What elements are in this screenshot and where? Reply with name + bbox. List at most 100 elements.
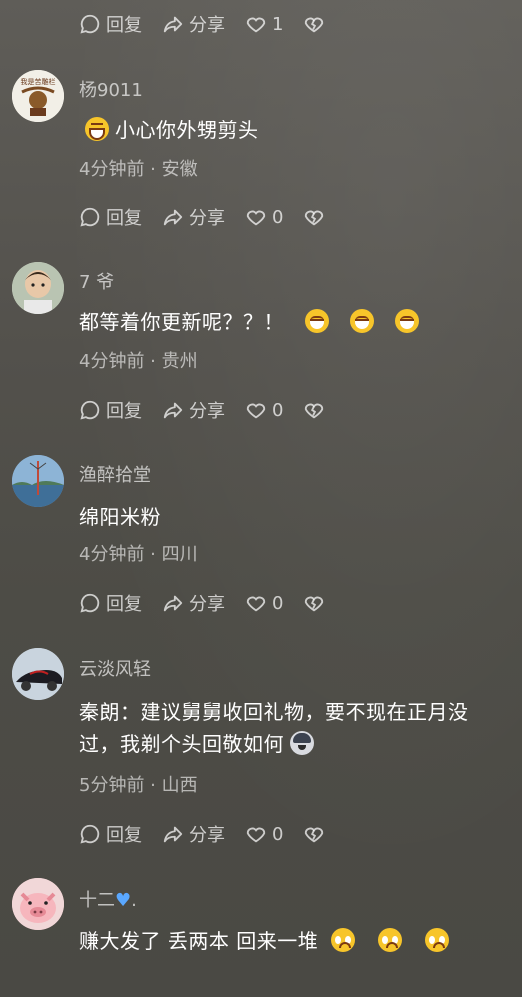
laugh-emoji-icon (304, 309, 329, 333)
reply-label: 回复 (106, 208, 142, 229)
share-label: 分享 (189, 208, 225, 229)
avatar[interactable] (12, 262, 64, 314)
comment-bubble-icon (80, 207, 100, 227)
comment-username[interactable]: 十二♥. (79, 886, 137, 912)
comment-username[interactable]: 杨9011 (79, 76, 143, 102)
comment-text-body: 赚大发了 丢两本 回来一堆 (79, 929, 319, 953)
avatar-image (12, 262, 64, 314)
comment-action-row: 回复 分享 0 (79, 590, 345, 616)
dislike-button[interactable] (303, 592, 325, 614)
avatar-image (12, 455, 64, 507)
comment-text: 秦朗：建议舅舅收回礼物，要不现在正月没 过，我剃个头回敬如何 (79, 696, 504, 760)
reply-button[interactable]: 回复 (79, 204, 142, 230)
top-action-row: 回复 分享 1 (79, 11, 345, 37)
like-button[interactable]: 0 (245, 206, 283, 228)
username-text: 十二 (79, 890, 115, 911)
share-button[interactable]: 分享 (162, 11, 225, 37)
comment-action-row: 回复 分享 0 (79, 397, 345, 423)
reply-button[interactable]: 回复 (79, 821, 142, 847)
share-arrow-icon (163, 595, 183, 612)
comment-meta: 4分钟前 · 贵州 (79, 351, 198, 372)
reply-label: 回复 (106, 401, 142, 422)
comment-username[interactable]: 7 爷 (79, 268, 114, 294)
comment-text-body: 都等着你更新呢？？！ (79, 310, 284, 334)
like-count: 0 (272, 592, 284, 614)
comment-text: 都等着你更新呢？？！ (79, 306, 504, 338)
laugh-emoji-icon (394, 309, 419, 333)
comment-username[interactable]: 云淡风轻 (79, 655, 151, 681)
grin-emoji-icon (85, 117, 109, 141)
avatar-image: 我是苦雕栏 (12, 70, 64, 122)
share-button[interactable]: 分享 (162, 821, 225, 847)
husky-emoji-icon (290, 731, 314, 755)
share-button[interactable]: 分享 (162, 590, 225, 616)
share-label: 分享 (189, 594, 225, 615)
comment-text: 绵阳米粉 (79, 501, 504, 533)
avatar-image (12, 648, 64, 700)
avatar[interactable] (12, 455, 64, 507)
reply-label: 回复 (106, 594, 142, 615)
comment-action-row: 回复 分享 0 (79, 204, 345, 230)
dislike-button[interactable] (303, 206, 325, 228)
comment-action-row: 回复 分享 0 (79, 821, 345, 847)
teary-emoji-icon (331, 928, 356, 952)
comment-text-line: 秦朗：建议舅舅收回礼物，要不现在正月没 (79, 700, 469, 724)
comment-username[interactable]: 渔醉拾堂 (79, 461, 151, 487)
comment-meta: 4分钟前 · 四川 (79, 544, 198, 565)
share-arrow-icon (163, 209, 183, 226)
like-count: 1 (272, 13, 284, 35)
broken-heart-icon (305, 17, 324, 33)
laugh-emoji-icon (349, 309, 374, 333)
like-count: 0 (272, 399, 284, 421)
broken-heart-icon (305, 596, 324, 612)
dislike-button[interactable] (303, 399, 325, 421)
share-button[interactable]: 分享 (162, 397, 225, 423)
like-count: 0 (272, 206, 284, 228)
comment-text-line: 过，我剃个头回敬如何 (79, 732, 284, 756)
share-arrow-icon (163, 826, 183, 843)
comment-bubble-icon (80, 400, 100, 420)
share-arrow-icon (163, 402, 183, 419)
reply-button[interactable]: 回复 (79, 11, 142, 37)
share-arrow-icon (163, 16, 183, 33)
comment-text: 小心你外甥剪头 (79, 114, 504, 146)
comment-bubble-icon (80, 593, 100, 613)
avatar-caption: 我是苦雕栏 (21, 77, 56, 86)
comment-meta: 5分钟前 · 山西 (79, 775, 198, 796)
heart-icon (246, 403, 266, 419)
heart-icon (246, 827, 266, 843)
share-label: 分享 (189, 401, 225, 422)
like-button[interactable]: 1 (245, 13, 283, 35)
comment-text: 赚大发了 丢两本 回来一堆 (79, 925, 504, 957)
dislike-button[interactable] (303, 13, 325, 35)
broken-heart-icon (305, 403, 324, 419)
avatar-image (12, 878, 64, 930)
like-count: 0 (272, 823, 284, 845)
comment-text-line-2: 过，我剃个头回敬如何 (79, 728, 504, 760)
like-button[interactable]: 0 (245, 399, 283, 421)
reply-button[interactable]: 回复 (79, 590, 142, 616)
teary-emoji-icon (377, 928, 402, 952)
reply-label: 回复 (106, 825, 142, 846)
dislike-button[interactable] (303, 823, 325, 845)
blue-heart-icon: ♥ (115, 890, 132, 911)
heart-icon (246, 596, 266, 612)
share-button[interactable]: 分享 (162, 204, 225, 230)
comment-text-body: 小心你外甥剪头 (115, 118, 259, 142)
like-button[interactable]: 0 (245, 823, 283, 845)
reply-label: 回复 (106, 15, 142, 36)
background-shade (0, 0, 522, 997)
avatar[interactable] (12, 648, 64, 700)
avatar[interactable] (12, 878, 64, 930)
avatar[interactable]: 我是苦雕栏 (12, 70, 64, 122)
heart-icon (246, 210, 266, 226)
comment-bubble-icon (80, 824, 100, 844)
username-suffix: . (131, 890, 137, 911)
share-label: 分享 (189, 825, 225, 846)
share-label: 分享 (189, 15, 225, 36)
comment-text-body: 绵阳米粉 (79, 505, 161, 529)
broken-heart-icon (305, 827, 324, 843)
like-button[interactable]: 0 (245, 592, 283, 614)
reply-button[interactable]: 回复 (79, 397, 142, 423)
heart-icon (246, 17, 266, 33)
